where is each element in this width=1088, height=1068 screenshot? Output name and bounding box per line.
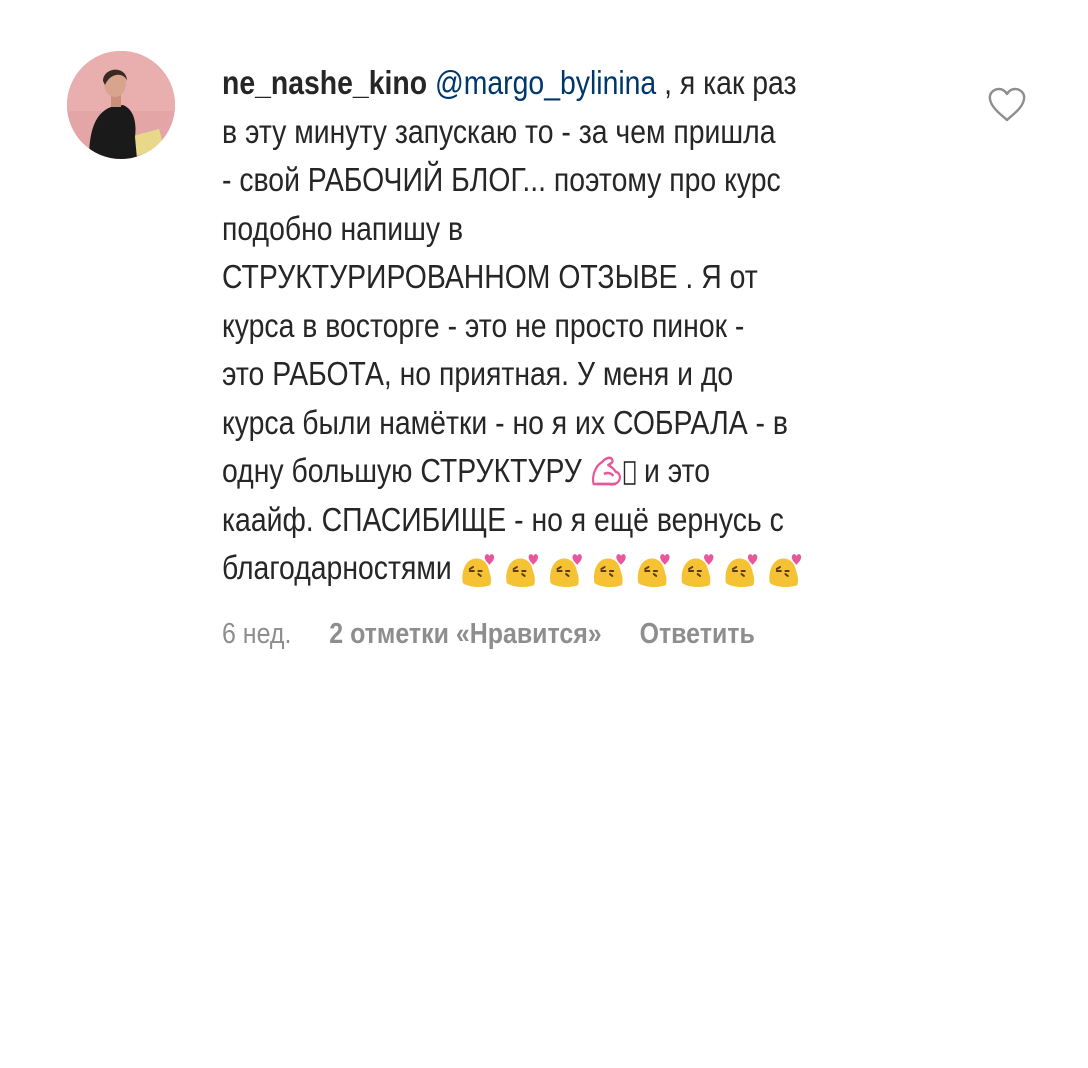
comment-text: ne_nashe_kino @margo_bylinina , я как ра… [222,59,953,593]
kissing-heart-blob-icon [460,547,498,589]
comment-line: это РАБОТА, но приятная. У меня и до [222,355,734,392]
avatar-photo [67,51,175,159]
comment-line-text: , я как раз [656,64,797,101]
missing-glyph-box [622,453,636,502]
comment-line: ne_nashe_kino @margo_bylinina , я как ра… [222,59,953,108]
flexed-biceps-icon [590,453,623,502]
comment-line: курса были намётки - но я их СОБРАЛА - в [222,403,788,441]
mention-link[interactable]: @margo_bylinina [435,64,656,101]
heart-outline-icon[interactable] [987,87,1027,123]
comment-line: благодарностями [222,544,953,593]
kissing-heart-blob-icon [723,547,761,589]
kissing-heart-blob-icon [679,547,717,589]
kissing-heart-blob-icon [547,547,585,589]
kissing-heart-blob-icon [767,547,805,589]
kissing-heart-blob-icon [503,547,541,589]
avatar[interactable] [67,51,175,159]
comment-timestamp: 6 нед. [222,618,292,650]
comment-line: СТРУКТУРИРОВАННОМ ОТЗЫВЕ . Я от [222,258,758,295]
comment-line: курса в восторге - это не просто пинок - [222,306,745,344]
comment-line: подобно напишу в [222,209,464,247]
comment-meta: 6 нед. 2 отметки «Нравится» Ответить [222,618,755,658]
comment-line: одну большую СТРУКТУРУ и это [222,447,953,496]
comment-line-text: и это [636,452,711,489]
emoji-row [460,547,811,589]
kissing-heart-blob-icon [591,547,629,589]
kissing-heart-blob-icon [635,547,673,589]
username-link[interactable]: ne_nashe_kino [222,64,427,101]
comment-line: каайф. СПАСИБИЩЕ - но я ещё вернусь с [222,500,784,538]
reply-button[interactable]: Ответить [640,618,755,651]
likes-count-link[interactable]: 2 отметки «Нравится» [329,618,601,651]
comment-line-text: благодарностями [222,549,460,586]
comment-line: в эту минуту запускаю то - за чем пришла [222,112,776,150]
comment: ne_nashe_kino @margo_bylinina , я как ра… [0,0,1088,1068]
comment-line: - свой РАБОЧИЙ БЛОГ... поэтому про курс [222,161,781,198]
comment-line-text: одну большую СТРУКТУРУ [222,452,590,489]
